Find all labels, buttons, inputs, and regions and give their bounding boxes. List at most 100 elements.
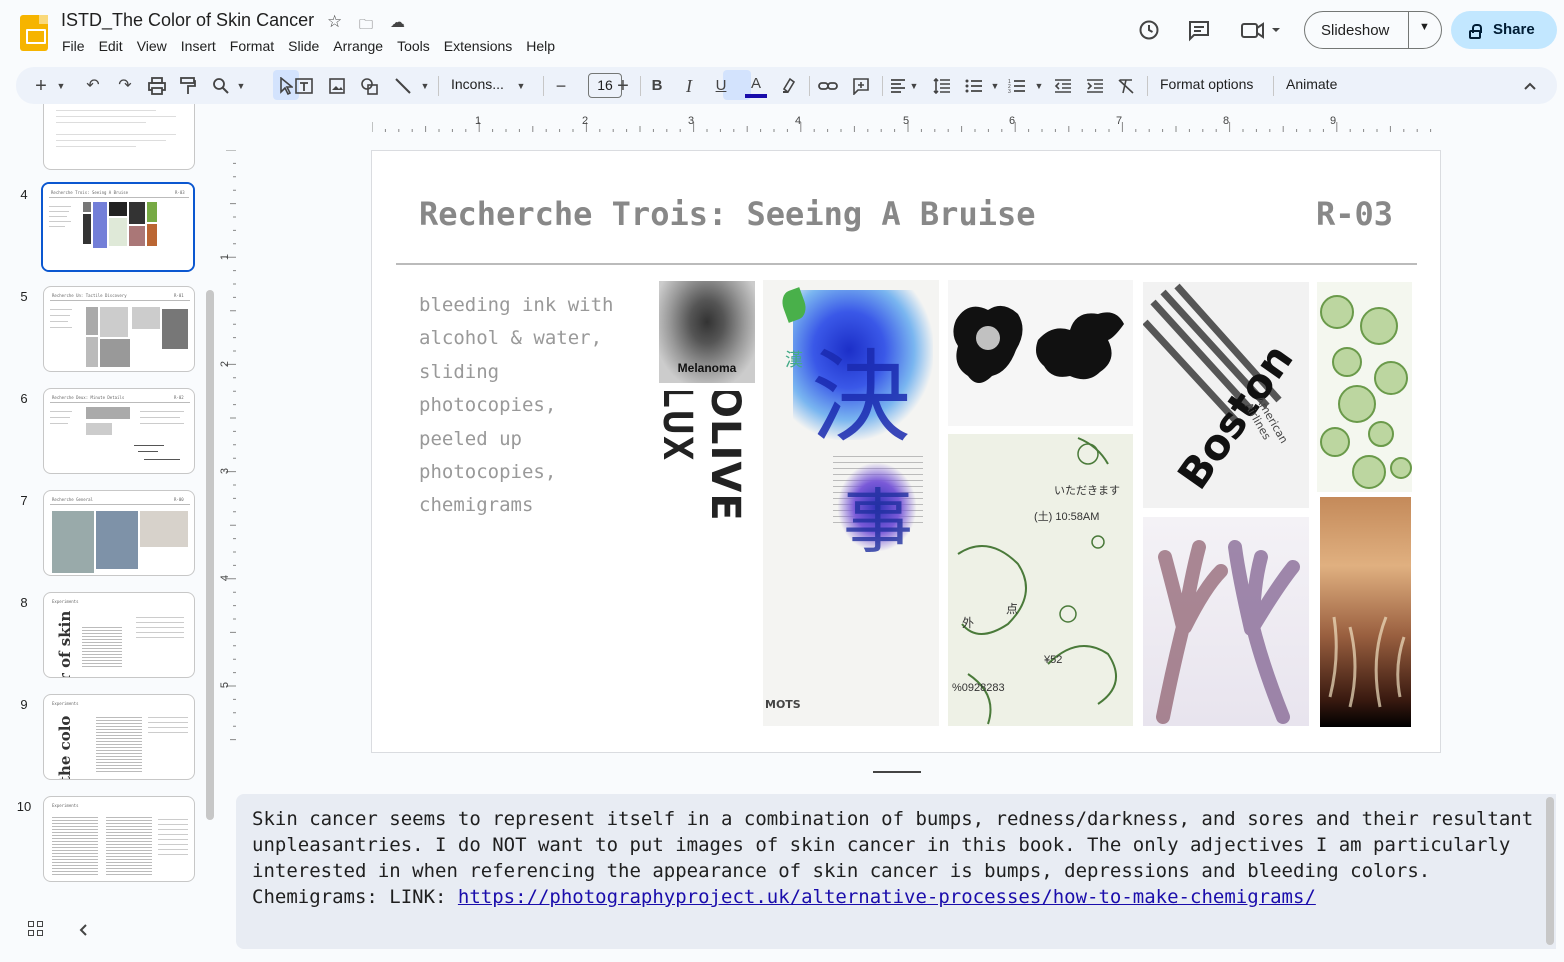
menu-slide[interactable]: Slide	[288, 38, 319, 54]
slide-number: 10	[16, 799, 32, 814]
line-spacing-icon[interactable]	[932, 75, 952, 97]
document-title[interactable]: ISTD_The Color of Skin Cancer	[61, 10, 314, 31]
ink-blob-image[interactable]	[948, 280, 1133, 426]
thumb-text-line	[56, 122, 146, 123]
menu-help[interactable]: Help	[526, 38, 555, 54]
slide-thumbnail[interactable]: Experiments the colo	[43, 694, 195, 780]
numbered-list-icon[interactable]: 123	[1008, 75, 1026, 97]
new-slide-layout-chevron-icon[interactable]: ▼	[56, 75, 66, 97]
melanoma-image[interactable]: Melanoma	[659, 281, 755, 383]
menu-tools[interactable]: Tools	[397, 38, 430, 54]
numbered-chevron-icon[interactable]: ▼	[1034, 75, 1044, 97]
boston-image[interactable]: Boston American Airlines	[1143, 282, 1309, 508]
receipt-text: (土) 10:58AM	[1034, 511, 1100, 523]
ruler-label: 3	[688, 115, 695, 127]
collapse-toolbar-icon[interactable]	[1520, 75, 1540, 97]
cloud-status-icon[interactable]: ☁	[390, 13, 405, 31]
move-folder-icon[interactable]: 🗀	[359, 14, 373, 38]
bulleted-list-icon[interactable]	[965, 75, 983, 97]
menu-file[interactable]: File	[62, 38, 85, 54]
slideshow-button[interactable]: Slideshow ▼	[1304, 11, 1442, 49]
slide-thumbnail[interactable]: Experiments r of skin	[43, 592, 195, 678]
slide-thumbnail[interactable]: Recherche Deux: Minute Details R-02	[43, 388, 195, 474]
font-chevron-icon[interactable]: ▼	[516, 75, 526, 97]
meet-camera-icon[interactable]	[1240, 18, 1284, 42]
grid-view-icon[interactable]	[28, 921, 44, 937]
receipt-chemigram-image[interactable]: いただきます (土) 10:58AM %0928283 ¥52 点 外	[948, 434, 1133, 726]
underline-icon[interactable]: U	[713, 75, 729, 97]
increase-indent-icon[interactable]	[1086, 75, 1104, 97]
menu-insert[interactable]: Insert	[181, 38, 216, 54]
xray-hands-image[interactable]	[1143, 517, 1309, 726]
menu-arrange[interactable]: Arrange	[333, 38, 383, 54]
notes-scrollbar[interactable]	[1546, 797, 1554, 945]
print-icon[interactable]	[147, 75, 167, 97]
lux-olive-image[interactable]: LUX OLIVE	[659, 391, 755, 599]
star-icon[interactable]: ☆	[327, 12, 342, 32]
thumb-image	[140, 511, 188, 547]
chemigrams-link[interactable]: https://photographyproject.uk/alternativ…	[458, 886, 1316, 908]
highlight-color-icon[interactable]	[779, 75, 797, 97]
menu-extensions[interactable]: Extensions	[444, 38, 512, 54]
slide-thumbnail-active[interactable]: Recherche Trois: Seeing A Bruise R-03	[41, 182, 195, 272]
bold-icon[interactable]: B	[649, 75, 665, 97]
version-history-icon[interactable]	[1137, 18, 1161, 42]
ruler-label: 7	[1116, 115, 1123, 127]
thumb-image	[86, 307, 98, 335]
menu-view[interactable]: View	[137, 38, 167, 54]
kanji-poster-image[interactable]: 漢 決 事 MOTS	[763, 280, 939, 726]
redo-icon[interactable]: ↷	[116, 75, 134, 97]
chevron-down-icon[interactable]: ▼	[1419, 21, 1430, 33]
slide-body-text[interactable]: bleeding ink with alcohol & water, slidi…	[419, 289, 639, 523]
slide-number: 5	[20, 289, 28, 304]
shape-icon[interactable]	[360, 75, 380, 97]
filmstrip-scrollbar[interactable]	[206, 290, 214, 820]
cucumber-image[interactable]	[1317, 282, 1412, 492]
increase-font-size-icon[interactable]: +	[615, 75, 631, 97]
slide-thumbnail[interactable]: Recherche Un: Tactile Discovery R-01	[43, 286, 195, 372]
align-left-icon[interactable]	[889, 75, 907, 97]
insert-link-icon[interactable]	[818, 75, 838, 97]
insert-image-icon[interactable]	[327, 75, 347, 97]
share-button[interactable]: Share	[1451, 11, 1557, 49]
slide-thumbnail[interactable]: Experiments	[43, 796, 195, 882]
slides-logo-icon[interactable]	[20, 15, 48, 51]
font-family-select[interactable]: Incons...	[451, 76, 504, 92]
menu-format[interactable]: Format	[230, 38, 274, 54]
paint-format-icon[interactable]	[178, 75, 198, 97]
slide[interactable]: Recherche Trois: Seeing A Bruise R-03 bl…	[371, 150, 1441, 753]
thumb-title: Experiments	[52, 803, 79, 808]
bullet-chevron-icon[interactable]: ▼	[990, 75, 1000, 97]
format-options-button[interactable]: Format options	[1160, 76, 1253, 92]
slide-code[interactable]: R-03	[1316, 195, 1393, 233]
thumb-text-line	[138, 451, 158, 452]
line-icon[interactable]	[393, 75, 413, 97]
line-chevron-icon[interactable]: ▼	[420, 75, 430, 97]
decrease-font-size-icon[interactable]: −	[553, 75, 569, 97]
clear-formatting-icon[interactable]	[1117, 75, 1135, 97]
speaker-notes-text[interactable]: Skin cancer seems to represent itself in…	[252, 806, 1542, 910]
add-comment-icon[interactable]	[851, 75, 871, 97]
align-chevron-icon[interactable]: ▼	[909, 75, 919, 97]
notes-resize-handle[interactable]	[873, 771, 921, 773]
speaker-notes[interactable]: Skin cancer seems to represent itself in…	[236, 794, 1556, 949]
burning-chemigram-image[interactable]	[1320, 497, 1411, 727]
slide-thumbnail[interactable]	[43, 104, 195, 170]
menu-edit[interactable]: Edit	[99, 38, 123, 54]
thumb-image	[132, 307, 160, 329]
thumb-image	[162, 309, 188, 349]
italic-icon[interactable]: I	[681, 75, 697, 97]
text-box-icon[interactable]	[293, 75, 315, 97]
text-color-icon[interactable]: A	[745, 75, 767, 98]
animate-button[interactable]: Animate	[1286, 76, 1337, 92]
undo-icon[interactable]: ↶	[84, 75, 102, 97]
slide-thumbnail[interactable]: Recherche General R-00	[43, 490, 195, 576]
decrease-indent-icon[interactable]	[1054, 75, 1072, 97]
collapse-filmstrip-icon[interactable]	[78, 920, 88, 942]
zoom-chevron-icon[interactable]: ▼	[236, 75, 246, 97]
comments-icon[interactable]	[1187, 18, 1211, 42]
zoom-icon[interactable]	[212, 75, 230, 97]
new-slide-icon[interactable]: +	[32, 75, 50, 97]
title-rule[interactable]	[396, 263, 1417, 265]
slide-title[interactable]: Recherche Trois: Seeing A Bruise	[419, 195, 1036, 233]
